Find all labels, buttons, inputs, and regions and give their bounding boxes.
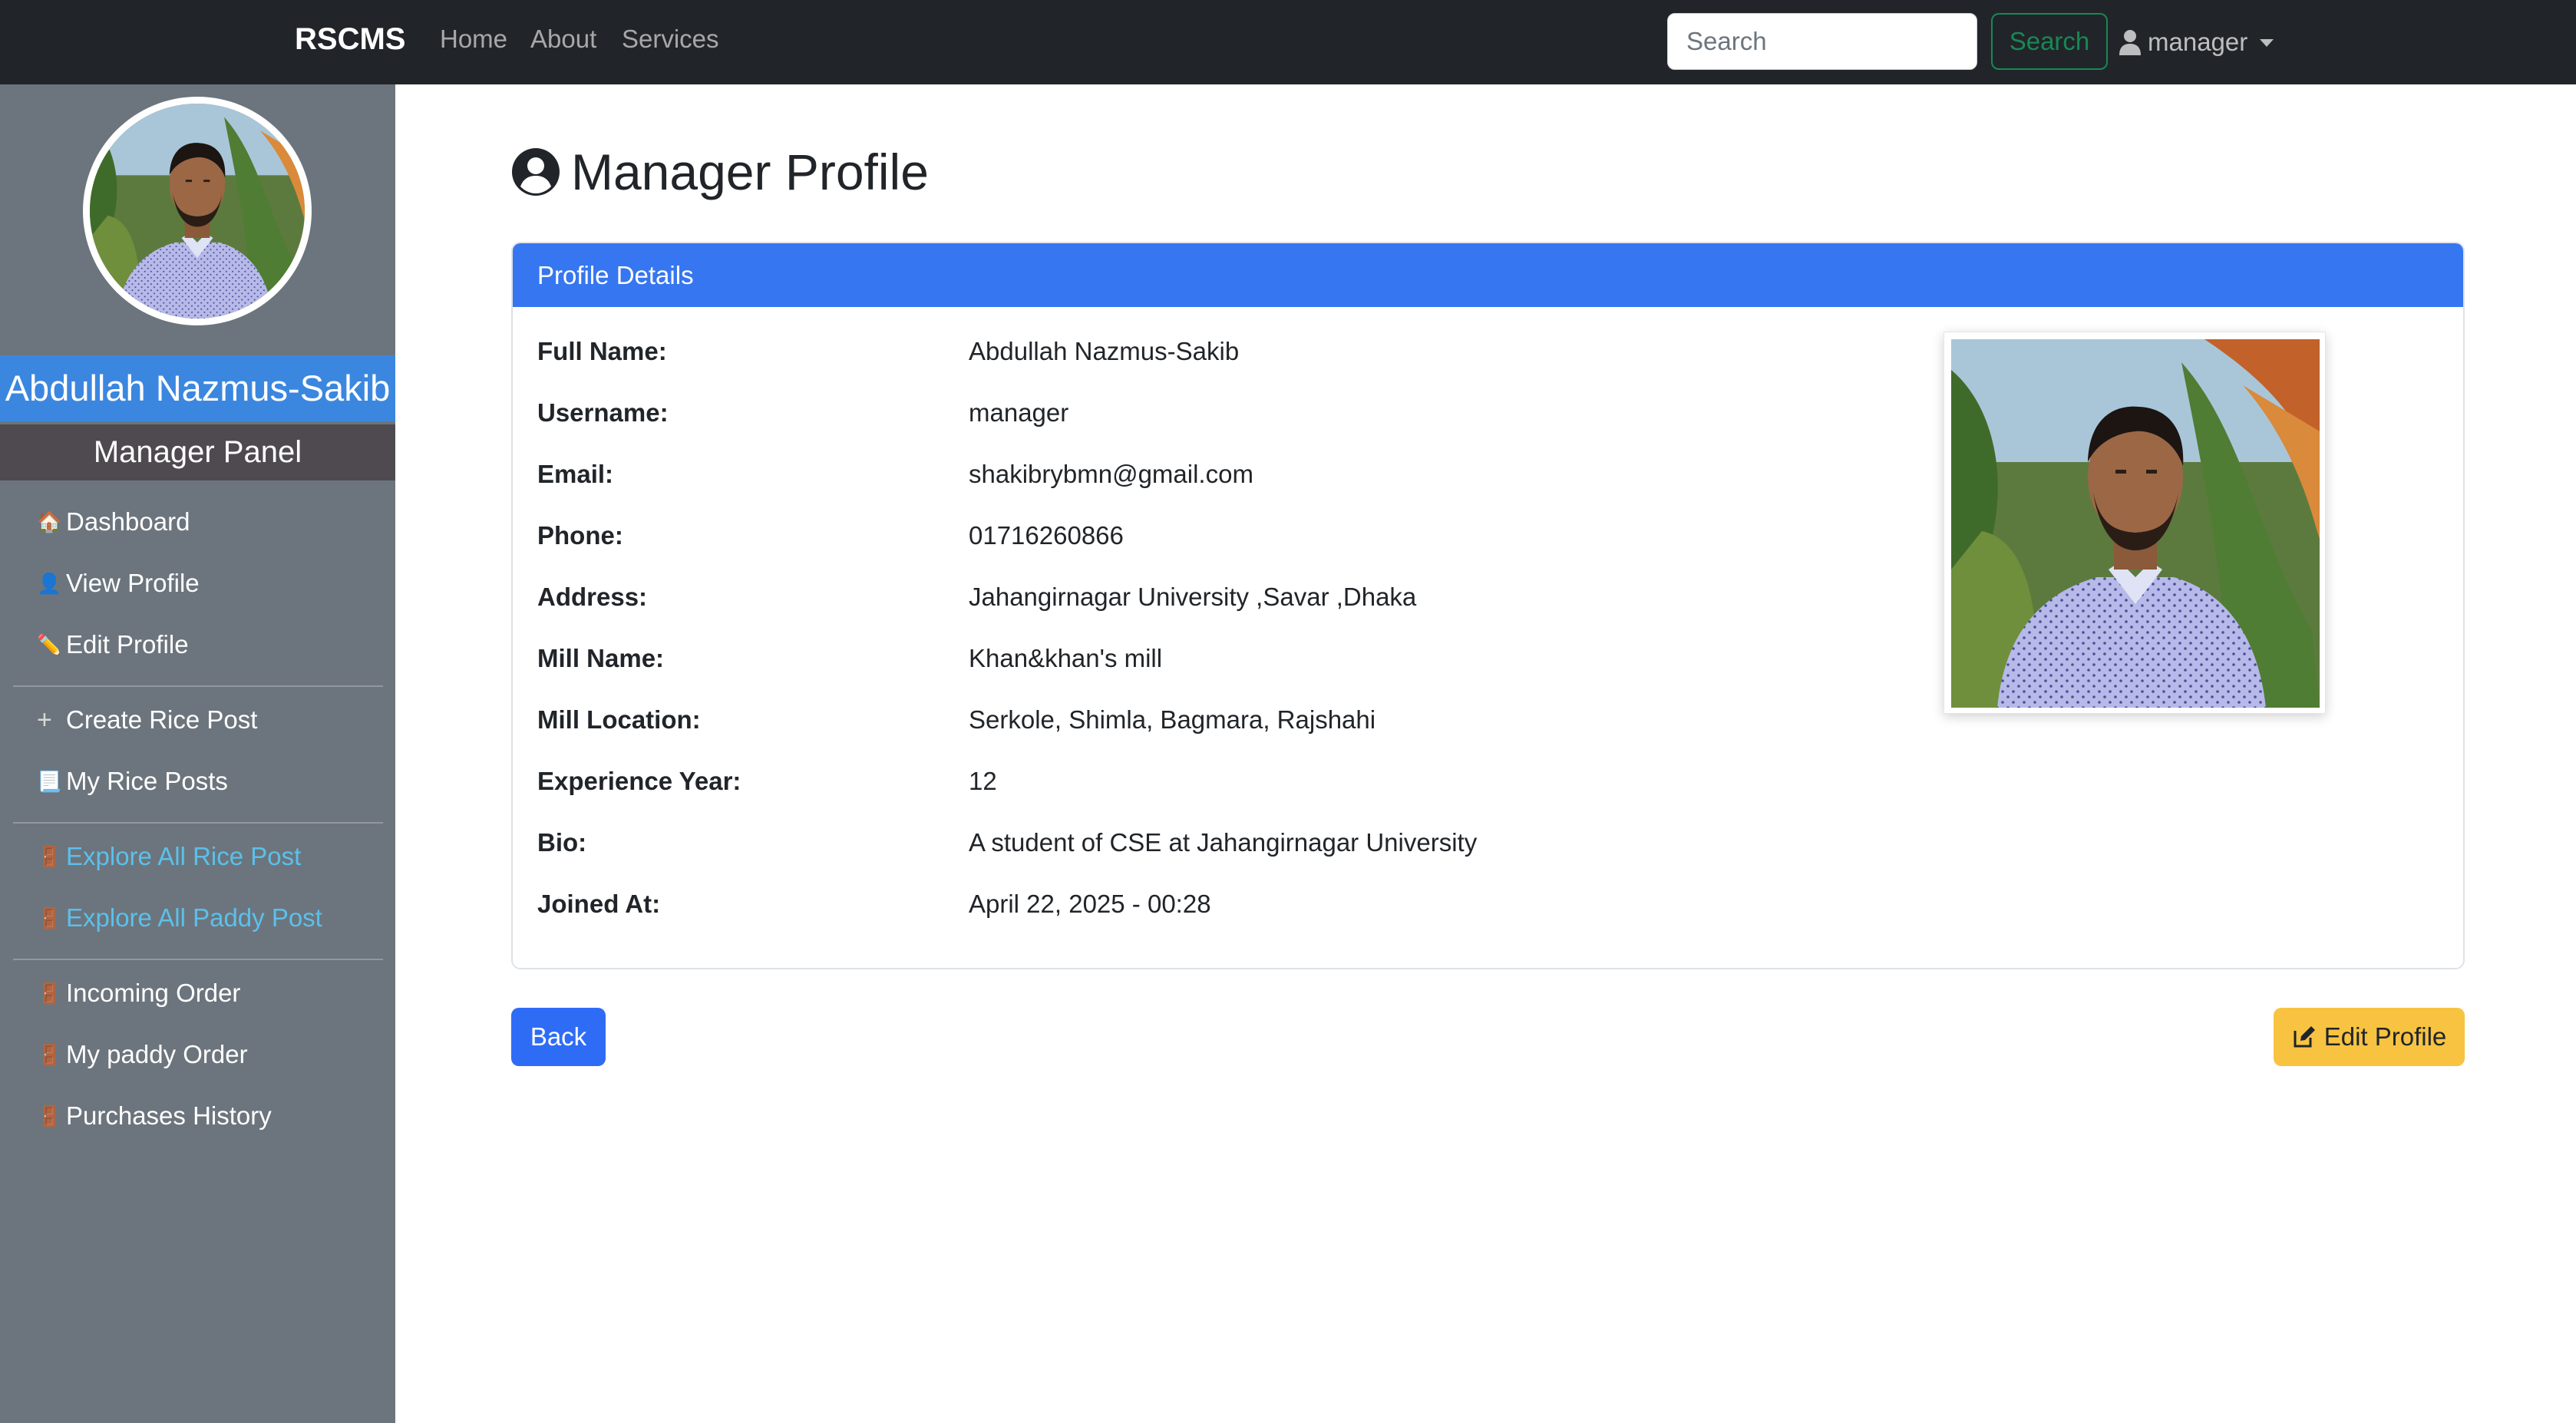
profile-row-mill-location: Mill Location: Serkole, Shimla, Bagmara,…: [537, 701, 1376, 739]
avatar-photo: [90, 104, 305, 319]
profile-row-username: Username: manager: [537, 394, 1068, 432]
door-icon: 🚪: [37, 906, 62, 929]
document-icon: 📃: [37, 769, 62, 793]
field-label: Bio:: [537, 828, 587, 857]
field-value: Abdullah Nazmus-Sakib: [969, 337, 1240, 365]
field-label: Phone:: [537, 521, 623, 550]
sidebar-item-my-paddy-order[interactable]: 🚪 My paddy Order: [37, 1035, 248, 1074]
field-value: Serkole, Shimla, Bagmara, Rajshahi: [969, 705, 1376, 734]
sidebar-item-edit-profile[interactable]: ✏️ Edit Profile: [37, 626, 189, 664]
door-icon: 🚪: [37, 981, 62, 1005]
field-value: 12: [969, 767, 997, 795]
sidebar-item-dashboard[interactable]: 🏠 Dashboard: [37, 503, 190, 541]
profile-row-mill-name: Mill Name: Khan&khan's mill: [537, 639, 1162, 678]
house-icon: 🏠: [37, 510, 62, 533]
sidebar-item-label: Create Rice Post: [66, 705, 258, 734]
top-navbar: RSCMS Home About Services Search manager: [0, 0, 2576, 84]
profile-row-joined-at: Joined At: April 22, 2025 - 00:28: [537, 885, 1211, 923]
field-value: manager: [969, 398, 1069, 427]
person-icon: 👤: [37, 571, 62, 595]
nav-link-about[interactable]: About: [530, 25, 596, 54]
profile-row-experience: Experience Year: 12: [537, 762, 997, 801]
sidebar-item-incoming-order[interactable]: 🚪 Incoming Order: [37, 974, 240, 1012]
profile-row-address: Address: Jahangirnagar University ,Savar…: [537, 578, 1416, 616]
sidebar: Abdullah Nazmus-Sakib Manager Panel 🏠 Da…: [0, 84, 395, 1423]
sidebar-divider: [13, 685, 383, 687]
sidebar-item-label: Explore All Paddy Post: [66, 903, 322, 932]
field-label: Experience Year:: [537, 767, 741, 795]
nav-link-home[interactable]: Home: [440, 25, 507, 54]
edit-icon: [2294, 1026, 2315, 1048]
user-menu-label: manager: [2148, 28, 2248, 56]
field-label: Mill Location:: [537, 705, 701, 734]
sidebar-item-explore-paddy[interactable]: 🚪 Explore All Paddy Post: [37, 899, 322, 937]
field-label: Mill Name:: [537, 644, 665, 672]
profile-details-card: Profile Details Full Name: Abdullah Nazm…: [511, 242, 2465, 969]
field-label: Username:: [537, 398, 669, 427]
user-menu-dropdown[interactable]: manager: [2119, 23, 2274, 61]
sidebar-item-label: Purchases History: [66, 1101, 272, 1130]
sidebar-panel-title: Manager Panel: [0, 424, 395, 480]
brand-logo[interactable]: RSCMS: [295, 22, 405, 57]
profile-row-bio: Bio: A student of CSE at Jahangirnagar U…: [537, 824, 1477, 862]
sidebar-item-label: View Profile: [66, 569, 200, 597]
field-value: 01716260866: [969, 521, 1124, 550]
profile-row-full-name: Full Name: Abdullah Nazmus-Sakib: [537, 332, 1239, 371]
field-value: April 22, 2025 - 00:28: [969, 890, 1211, 918]
sidebar-item-label: My Rice Posts: [66, 767, 228, 795]
card-header: Profile Details: [513, 243, 2463, 307]
search-button[interactable]: Search: [1991, 13, 2108, 70]
sidebar-item-view-profile[interactable]: 👤 View Profile: [37, 564, 200, 603]
sidebar-item-create-rice-post[interactable]: + Create Rice Post: [37, 701, 257, 739]
edit-profile-button[interactable]: Edit Profile: [2274, 1008, 2465, 1066]
sidebar-item-label: Dashboard: [66, 507, 190, 536]
field-label: Email:: [537, 460, 614, 488]
profile-photo: [1944, 332, 2326, 714]
search-input[interactable]: [1667, 13, 1977, 70]
field-label: Address:: [537, 583, 648, 611]
profile-row-email: Email: shakibrybmn@gmail.com: [537, 455, 1253, 494]
sidebar-item-label: Edit Profile: [66, 630, 189, 659]
profile-row-phone: Phone: 01716260866: [537, 517, 1124, 555]
door-icon: 🚪: [37, 844, 62, 868]
field-value: Khan&khan's mill: [969, 644, 1163, 672]
card-header-title: Profile Details: [537, 260, 694, 289]
page-title: Manager Profile: [511, 143, 929, 201]
sidebar-divider: [13, 959, 383, 960]
door-icon: 🚪: [37, 1104, 62, 1128]
pencil-icon: ✏️: [37, 632, 62, 656]
field-value: shakibrybmn@gmail.com: [969, 460, 1253, 488]
sidebar-item-label: Incoming Order: [66, 979, 241, 1007]
sidebar-item-purchases-history[interactable]: 🚪 Purchases History: [37, 1097, 272, 1135]
sidebar-item-label: My paddy Order: [66, 1040, 248, 1068]
avatar: [83, 97, 312, 325]
field-label: Full Name:: [537, 337, 667, 365]
back-button[interactable]: Back: [511, 1008, 606, 1066]
sidebar-item-explore-rice[interactable]: 🚪 Explore All Rice Post: [37, 837, 301, 876]
profile-photo-image: [1951, 339, 2320, 708]
caret-down-icon: [2260, 39, 2274, 47]
page-title-text: Manager Profile: [571, 144, 929, 200]
user-icon: [2119, 30, 2141, 55]
field-label: Joined At:: [537, 890, 661, 918]
nav-link-services[interactable]: Services: [622, 25, 719, 54]
field-value: Jahangirnagar University ,Savar ,Dhaka: [969, 583, 1417, 611]
sidebar-item-label: Explore All Rice Post: [66, 842, 302, 870]
door-icon: 🚪: [37, 1042, 62, 1066]
user-circle-icon: [512, 148, 560, 196]
field-value: A student of CSE at Jahangirnagar Univer…: [969, 828, 1478, 857]
sidebar-divider: [13, 822, 383, 824]
plus-icon: +: [37, 705, 52, 735]
sidebar-user-name: Abdullah Nazmus-Sakib: [0, 355, 395, 421]
sidebar-item-my-rice-posts[interactable]: 📃 My Rice Posts: [37, 762, 228, 801]
edit-profile-label: Edit Profile: [2323, 1022, 2447, 1051]
